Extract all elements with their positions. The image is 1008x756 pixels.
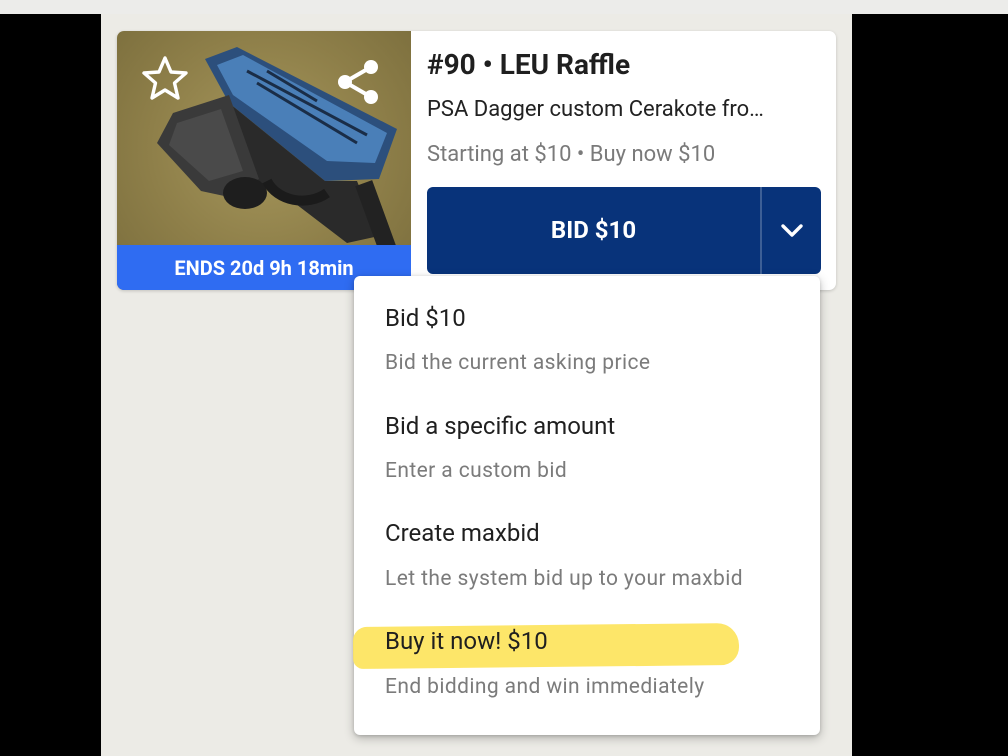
bid-options-toggle[interactable] — [760, 187, 821, 274]
chevron-down-icon — [781, 224, 803, 237]
menu-item-bid-specific-subtitle[interactable]: Enter a custom bid — [385, 459, 567, 483]
menu-item-maxbid-subtitle[interactable]: Let the system bid up to your maxbid — [385, 567, 743, 591]
share-icon[interactable] — [335, 56, 383, 108]
top-strip — [0, 0, 1008, 14]
menu-item-bid-current-subtitle[interactable]: Bid the current asking price — [385, 351, 650, 375]
bid-button[interactable]: BID $10 — [427, 187, 760, 274]
menu-item-bid-current-title[interactable]: Bid $10 — [385, 304, 466, 332]
menu-item-buy-now-title[interactable]: Buy it now! $10 — [385, 627, 548, 655]
menu-item-bid-specific-title[interactable]: Bid a specific amount — [385, 412, 615, 440]
menu-item-buy-now-subtitle[interactable]: End bidding and win immediately — [385, 675, 705, 699]
listing-price-info: Starting at $10 • Buy now $10 — [427, 142, 716, 167]
menu-item-maxbid-title[interactable]: Create maxbid — [385, 519, 540, 547]
star-outline-icon[interactable] — [139, 53, 191, 105]
listing-description[interactable]: PSA Dagger custom Cerakote fro… — [427, 97, 827, 122]
listing-title[interactable]: #90 • LEU Raffle — [427, 48, 630, 81]
